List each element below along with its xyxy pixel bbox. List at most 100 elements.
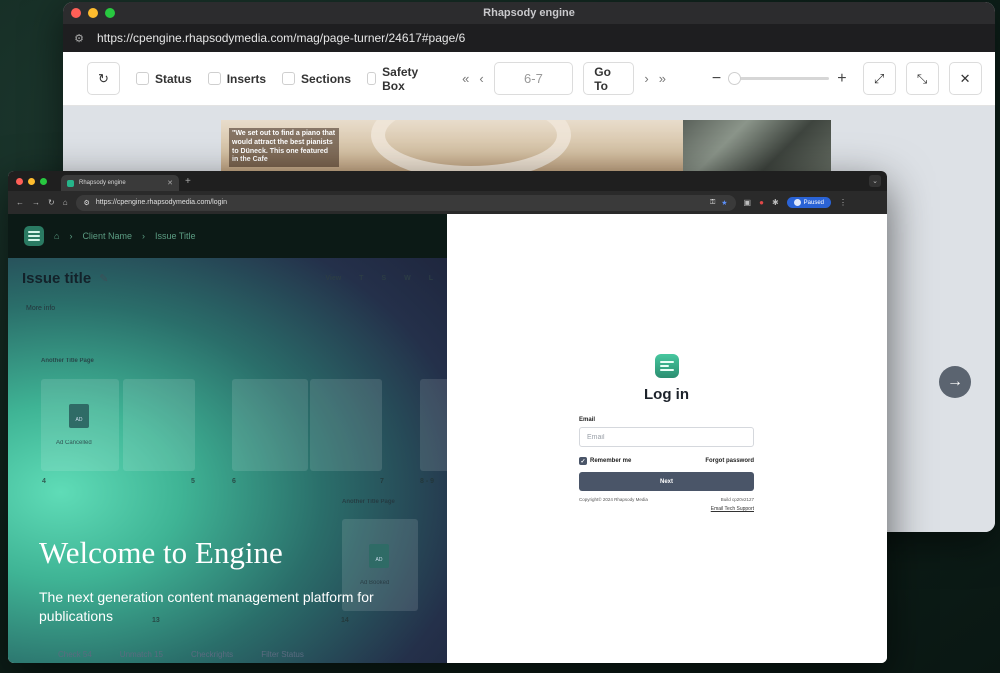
remember-me-checkbox[interactable]: ✓ <box>579 457 587 465</box>
magazine-quote: "We set out to find a piano that would a… <box>229 128 339 167</box>
status-checkbox[interactable] <box>136 72 149 85</box>
view-letter: T <box>359 275 364 282</box>
email-label: Email <box>579 417 596 423</box>
last-page-icon[interactable]: » <box>659 71 666 86</box>
safety-box-checkbox[interactable] <box>367 72 377 85</box>
next-page-icon[interactable]: › <box>644 71 648 86</box>
dashboard-topbar: ⌂ › Client Name › Issue Title <box>8 214 447 258</box>
prev-page-icon[interactable]: ‹ <box>479 71 483 86</box>
login-footer: Copyright© 2024 Rhapsody Media Build cp2… <box>579 497 754 502</box>
front-zoom-button[interactable] <box>40 177 47 185</box>
ad-status-label: Ad Cancelled <box>56 440 92 446</box>
zoom-slider-knob[interactable] <box>728 72 742 85</box>
filter-inserts[interactable]: Inserts <box>207 71 267 86</box>
reload-icon[interactable]: ↻ <box>48 198 55 207</box>
page-card <box>232 379 308 471</box>
inserts-label: Inserts <box>226 71 267 86</box>
page-card <box>310 379 382 471</box>
filter-status[interactable]: Status <box>136 72 192 86</box>
close-window-button[interactable] <box>71 8 81 18</box>
browser-menu-icon[interactable]: ⋮ <box>839 198 847 207</box>
tab-close-icon[interactable]: ✕ <box>167 179 173 187</box>
next-button[interactable]: Next <box>579 472 754 491</box>
browser-toolbar: ← → ↻ ⌂ ⚙ https://cpengine.rhapsodymedia… <box>8 191 887 214</box>
profile-avatar-icon <box>793 199 801 206</box>
view-letter: L <box>428 275 433 282</box>
refresh-button[interactable]: ↻ <box>87 62 120 95</box>
engine-logo-icon <box>654 354 679 378</box>
profile-status-label: Paused <box>803 199 825 206</box>
login-title: Log in <box>644 386 689 403</box>
front-minimize-button[interactable] <box>28 177 35 185</box>
new-tab-icon[interactable]: + <box>185 176 191 187</box>
site-settings-icon[interactable]: ⚙ <box>71 30 87 46</box>
welcome-panel: ⌂ › Client Name › Issue Title Issue titl… <box>8 214 447 663</box>
sections-checkbox[interactable] <box>282 72 296 85</box>
inserts-checkbox[interactable] <box>207 72 221 85</box>
bookmark-star-icon[interactable]: ★ <box>721 199 727 207</box>
puzzle-icon[interactable]: ✱ <box>772 198 779 207</box>
extension-red-icon[interactable]: ● <box>759 198 764 207</box>
forgot-password-link[interactable]: Forgot password <box>705 458 754 464</box>
welcome-heading: Welcome to Engine <box>39 535 283 570</box>
forward-icon[interactable]: → <box>32 198 40 207</box>
favicon-icon <box>67 179 74 187</box>
zoom-in-icon[interactable]: + <box>837 70 846 88</box>
copyright-text: Copyright© 2024 Rhapsody Media <box>579 497 648 502</box>
view-label: View <box>325 275 342 282</box>
close-viewer-button[interactable]: ✕ <box>948 62 982 95</box>
email-support-link[interactable]: Email Tech Support <box>579 506 754 512</box>
expand-icon: ⤢ <box>873 70 885 86</box>
more-info-link: More info <box>26 305 56 312</box>
collapse-button[interactable]: ⤡ <box>905 62 939 95</box>
email-field[interactable] <box>579 427 754 447</box>
page-title-label: Another Title Page <box>41 358 94 364</box>
browser-tab-strip: Rhapsody engine ✕ + ⌄ <box>8 171 887 191</box>
page-number-input[interactable]: 6-7 <box>493 62 574 95</box>
zoom-out-icon[interactable]: − <box>712 70 721 88</box>
extension-icon[interactable]: ▣ <box>744 198 752 207</box>
site-info-icon[interactable]: ⚙ <box>84 199 90 207</box>
password-key-icon[interactable]: ⚿ <box>710 199 715 207</box>
next-spread-button[interactable]: → <box>939 366 971 398</box>
zoom-window-button[interactable] <box>105 8 115 18</box>
window-title: Rhapsody engine <box>483 7 575 19</box>
breadcrumb-issue: Issue Title <box>154 231 196 241</box>
breadcrumb-client: Client Name <box>82 231 132 241</box>
view-letter: W <box>404 275 411 282</box>
page-number: 8 - 9 <box>420 478 435 485</box>
filter-safety-box[interactable]: Safety Box <box>367 65 422 93</box>
close-icon: ✕ <box>959 70 971 86</box>
back-url-text[interactable]: https://cpengine.rhapsodymedia.com/mag/p… <box>97 31 465 45</box>
zoom-slider[interactable] <box>728 72 830 85</box>
login-panel: Log in Email ✓ Remember me Forgot passwo… <box>447 214 887 663</box>
page-navigator: « ‹ 6-7 Go To › » <box>462 62 666 95</box>
filter-sections[interactable]: Sections <box>282 72 351 86</box>
remember-me-label[interactable]: Remember me <box>590 458 631 464</box>
profile-status-badge[interactable]: Paused <box>786 197 832 208</box>
omnibox[interactable]: ⚙ https://cpengine.rhapsodymedia.com/log… <box>75 194 736 211</box>
breadcrumb-separator: › <box>69 231 73 241</box>
ad-status-label: Ad Booked <box>360 580 390 586</box>
back-icon[interactable]: ← <box>16 198 24 207</box>
page-card <box>123 379 195 471</box>
first-page-icon[interactable]: « <box>462 71 469 86</box>
home-breadcrumb-icon: ⌂ <box>54 231 60 241</box>
edit-pencil-icon: ✎ <box>99 273 109 285</box>
expand-button[interactable]: ⤢ <box>862 62 896 95</box>
home-icon[interactable]: ⌂ <box>63 198 68 207</box>
ad-document-icon: AD <box>369 544 389 568</box>
omnibox-url[interactable]: https://cpengine.rhapsodymedia.com/login <box>96 199 227 206</box>
tab-title: Rhapsody engine <box>79 180 126 186</box>
tab-search-icon[interactable]: ⌄ <box>869 175 881 187</box>
login-options: ✓ Remember me Forgot password <box>579 457 754 465</box>
breadcrumb-separator: › <box>141 231 145 241</box>
front-close-button[interactable] <box>16 177 23 185</box>
minimize-window-button[interactable] <box>88 8 98 18</box>
front-window-controls <box>16 177 47 185</box>
footer-action: Checkrights <box>190 649 234 659</box>
go-to-button[interactable]: Go To <box>583 62 635 95</box>
footer-action: Unmatch 15 <box>119 649 163 659</box>
browser-tab[interactable]: Rhapsody engine ✕ <box>61 175 179 191</box>
page-number: 6 <box>232 478 236 485</box>
